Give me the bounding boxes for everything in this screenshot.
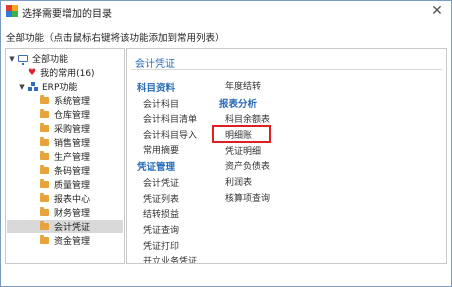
tree-item-module[interactable]: 财务管理 <box>40 206 90 219</box>
folder-icon <box>40 207 49 216</box>
tree-item-module[interactable]: 报表中心 <box>40 192 90 205</box>
function-item[interactable]: 常用摘要 <box>143 143 179 156</box>
tree-item-label: 资金管理 <box>54 237 91 247</box>
tree-item-label: 会计凭证 <box>54 223 91 233</box>
add-directory-dialog: 选择需要增加的目录 ✕ 全部功能（点击鼠标右键将该功能添加到常用列表） ▼ 全部… <box>0 0 452 287</box>
tree-item-module[interactable]: 条码管理 <box>40 164 90 177</box>
function-item[interactable]: 年度结转 <box>225 79 261 92</box>
highlight-box <box>212 125 271 143</box>
function-item[interactable]: 凭证打印 <box>143 239 179 252</box>
tree-item-label: 我的常用(16) <box>40 69 95 79</box>
group-heading: 科目资料 <box>137 83 176 94</box>
function-item[interactable]: 凭证查询 <box>143 223 179 236</box>
tree-root-label: 全部功能 <box>32 55 69 65</box>
function-item[interactable]: 会计科目导入 <box>143 128 197 141</box>
window-title: 选择需要增加的目录 <box>22 9 112 20</box>
tree-item-label: 财务管理 <box>54 209 91 219</box>
function-content: 会计凭证 科目资料 会计科目 会计科目清单 会计科目导入 常用摘要 凭证管理 会… <box>126 48 447 264</box>
function-item[interactable]: 会计科目 <box>143 97 179 110</box>
folder-icon <box>40 221 49 230</box>
tree-root[interactable]: ▼ 全部功能 <box>8 52 68 65</box>
group-heading: 凭证管理 <box>137 162 176 173</box>
function-item[interactable]: 结转损益 <box>143 207 179 220</box>
hint-text: 全部功能（点击鼠标右键将该功能添加到常用列表） <box>6 33 225 44</box>
tree-item-module[interactable]: 销售管理 <box>40 136 90 149</box>
tree-item-module-selected[interactable]: 会计凭证 <box>7 220 123 233</box>
tree-item-favorites[interactable]: ♥ 我的常用(16) <box>28 66 95 80</box>
heart-icon: ♥ <box>28 67 37 78</box>
tree-item-erp[interactable]: ▼ ERP功能 <box>18 80 77 93</box>
tree-item-module[interactable]: 生产管理 <box>40 150 90 163</box>
tree-item-module[interactable]: 系统管理 <box>40 94 90 107</box>
folder-icon <box>40 193 49 202</box>
collapse-arrow-icon[interactable]: ▼ <box>18 83 26 91</box>
function-item[interactable]: 利润表 <box>225 175 252 188</box>
folder-icon <box>40 123 49 132</box>
folder-icon <box>40 137 49 146</box>
tree-item-label: 条码管理 <box>54 167 91 177</box>
app-logo-icon <box>6 5 18 17</box>
tree-item-module[interactable]: 采购管理 <box>40 122 90 135</box>
folder-icon <box>40 235 49 244</box>
tree-item-label: 采购管理 <box>54 125 91 135</box>
folder-icon <box>40 109 49 118</box>
folder-icon <box>40 165 49 174</box>
tree-item-label: 仓库管理 <box>54 111 91 121</box>
tree-item-label: 生产管理 <box>54 153 91 163</box>
tree-item-module[interactable]: 质量管理 <box>40 178 90 191</box>
group-heading: 报表分析 <box>219 99 258 110</box>
monitor-icon <box>18 55 28 65</box>
folder-icon <box>40 95 49 104</box>
folder-icon <box>40 179 49 188</box>
collapse-arrow-icon[interactable]: ▼ <box>8 55 16 63</box>
org-structure-icon <box>28 82 38 91</box>
function-tree: ▼ 全部功能 ♥ 我的常用(16) ▼ ERP功能 系统管理 仓库管理 采购管理… <box>5 48 125 264</box>
function-item[interactable]: 会计科目清单 <box>143 112 197 125</box>
function-item[interactable]: 资产负债表 <box>225 159 270 172</box>
section-title: 会计凭证 <box>135 59 175 70</box>
tree-item-label: 报表中心 <box>54 195 91 205</box>
tree-item-module[interactable]: 仓库管理 <box>40 108 90 121</box>
folder-icon <box>40 151 49 160</box>
section-divider <box>131 69 442 70</box>
tree-item-label: 质量管理 <box>54 181 91 191</box>
function-item[interactable]: 开立业务凭证 <box>143 254 197 263</box>
title-bar: 选择需要增加的目录 ✕ <box>1 1 451 23</box>
function-item[interactable]: 凭证列表 <box>143 192 179 205</box>
tree-item-label: 系统管理 <box>54 97 91 107</box>
function-item[interactable]: 会计凭证 <box>143 176 179 189</box>
function-item[interactable]: 凭证明细 <box>225 144 261 157</box>
function-item[interactable]: 核算项查询 <box>225 191 270 204</box>
tree-item-module[interactable]: 资金管理 <box>40 234 90 247</box>
tree-item-label: 销售管理 <box>54 139 91 149</box>
close-button[interactable]: ✕ <box>429 3 445 19</box>
tree-item-label: ERP功能 <box>42 83 78 93</box>
function-item[interactable]: 科目余额表 <box>225 112 270 125</box>
